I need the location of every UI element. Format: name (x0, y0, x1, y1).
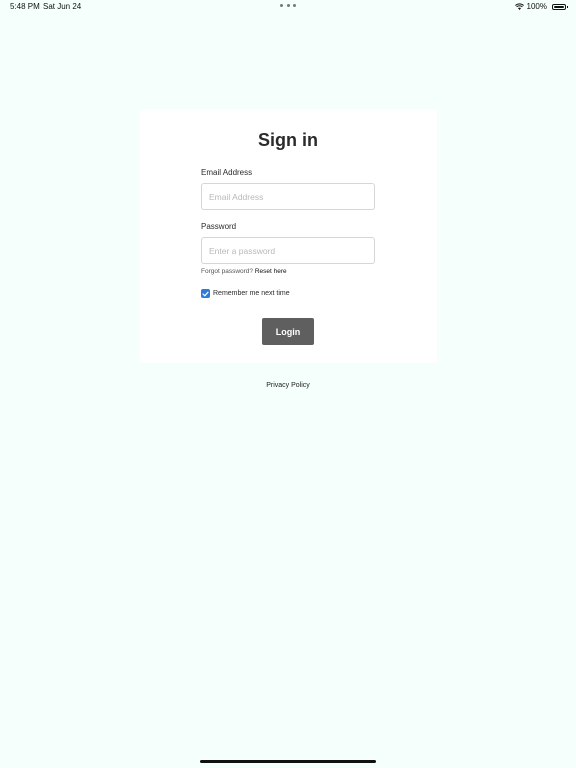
status-time: 5:48 PM (10, 2, 40, 11)
privacy-policy-row: Privacy Policy (0, 382, 576, 389)
status-indicators: 100% (514, 2, 568, 11)
login-button[interactable]: Login (262, 318, 314, 345)
page-title: Sign in (258, 130, 318, 150)
privacy-policy-link[interactable]: Privacy Policy (266, 382, 310, 389)
remember-me[interactable]: Remember me next time (201, 289, 290, 298)
reset-password-link[interactable]: Reset here (255, 268, 287, 275)
wifi-icon (514, 3, 524, 10)
home-indicator[interactable] (200, 760, 376, 763)
email-input[interactable] (201, 183, 375, 210)
multitasking-dots-icon[interactable] (280, 4, 296, 8)
password-input[interactable] (201, 237, 375, 264)
email-label: Email Address (201, 168, 253, 177)
battery-percentage: 100% (526, 2, 547, 11)
status-date: Sat Jun 24 (43, 2, 82, 11)
battery-icon (552, 3, 568, 10)
forgot-password-label: Forgot password? (201, 268, 254, 275)
remember-me-label: Remember me next time (213, 290, 290, 297)
forgot-password-text: Forgot password? Reset here (201, 268, 287, 275)
password-label: Password (201, 222, 237, 231)
status-bar: 5:48 PM Sat Jun 24 100% (0, 0, 576, 14)
checkmark-icon (202, 291, 209, 296)
remember-me-checkbox[interactable] (201, 289, 210, 298)
